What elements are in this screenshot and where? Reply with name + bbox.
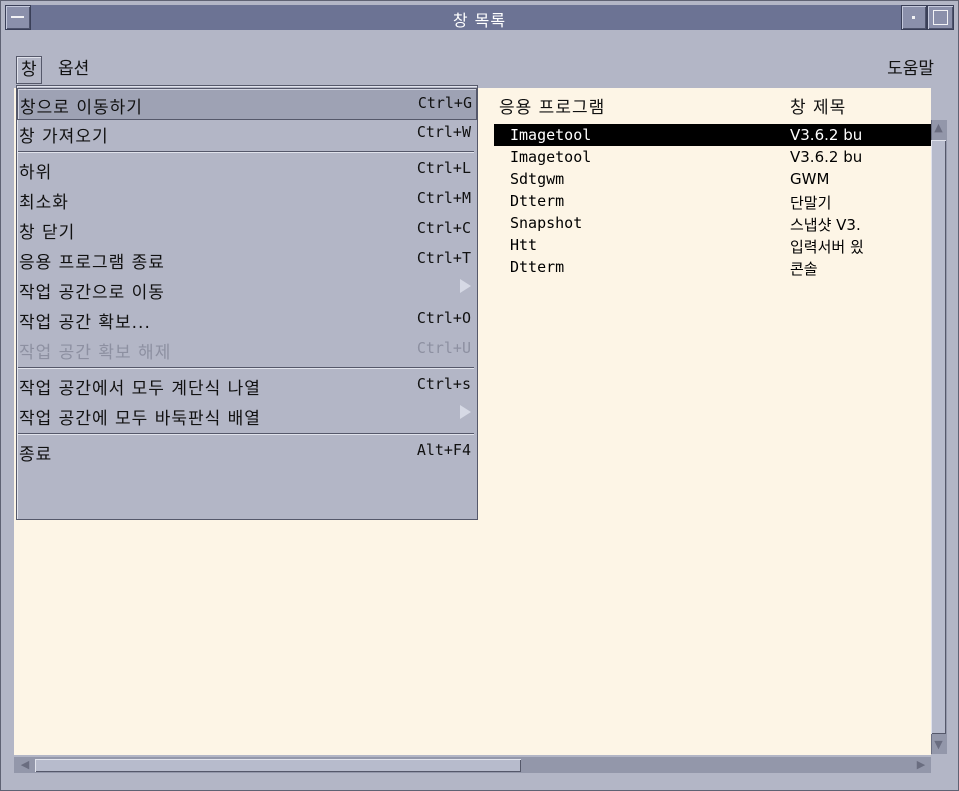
row-window-title: 단말기 xyxy=(790,194,832,212)
menu-item[interactable]: 작업 공간에 모두 바둑판식 배열 xyxy=(17,400,475,430)
menu-help[interactable]: 도움말 xyxy=(883,56,938,82)
row-app-name: Htt xyxy=(510,236,538,254)
menu-item[interactable]: 창으로 이동하기 Ctrl+G xyxy=(17,88,477,120)
menu-item-label: 작업 공간에서 모두 계단식 나열 xyxy=(19,379,261,399)
menu-item-label: 하위 xyxy=(19,163,53,183)
menu-item-label: 창 가져오기 xyxy=(19,127,109,147)
vertical-scroll-thumb[interactable] xyxy=(931,140,946,734)
submenu-arrow-icon xyxy=(460,279,471,297)
menu-item-label: 창 닫기 xyxy=(19,223,76,243)
row-window-title: V3.6.2 bu xyxy=(790,126,863,144)
row-window-title: V3.6.2 bu xyxy=(790,148,863,166)
row-window-title: 스냅샷 V3. xyxy=(790,216,861,234)
menu-item-label: 작업 공간에 모두 바둑판식 배열 xyxy=(19,409,261,429)
menu-item-shortcut: Ctrl+C xyxy=(416,219,471,237)
menu-item-shortcut: Alt+F4 xyxy=(416,441,471,459)
row-app-name: Sdtgwm xyxy=(510,170,565,188)
menu-item-shortcut: Ctrl+W xyxy=(416,123,471,141)
row-app-name: Snapshot xyxy=(510,214,583,232)
menu-item-shortcut: Ctrl+U xyxy=(416,339,471,357)
window-title: 창 목록 xyxy=(452,11,507,30)
menu-item-shortcut: Ctrl+L xyxy=(416,159,471,177)
menu-item-label: 작업 공간 확보... xyxy=(19,313,151,333)
menu-item[interactable]: 창 가져오기 Ctrl+W xyxy=(17,118,475,148)
menu-item-label: 최소화 xyxy=(19,193,69,213)
row-app-name: Dtterm xyxy=(510,258,565,276)
maximize-button[interactable] xyxy=(927,5,954,30)
menu-item-label: 작업 공간으로 이동 xyxy=(19,283,165,303)
row-app-name: Imagetool xyxy=(510,148,592,166)
menu-item[interactable]: 창 닫기 Ctrl+C xyxy=(17,214,475,244)
menu-item[interactable]: 응용 프로그램 종료 Ctrl+T xyxy=(17,244,475,274)
menu-item-shortcut: Ctrl+G xyxy=(417,94,472,112)
menu-item-shortcut: Ctrl+M xyxy=(416,189,471,207)
row-window-title: 콘솔 xyxy=(790,260,818,278)
menu-item[interactable]: 최소화 Ctrl+M xyxy=(17,184,475,214)
menu-item: 작업 공간 확보 해제 Ctrl+U xyxy=(17,334,475,364)
menu-item[interactable]: 작업 공간 확보... Ctrl+O xyxy=(17,304,475,334)
menu-options[interactable]: 옵션 xyxy=(54,56,93,82)
title-bar[interactable]: 창 목록 xyxy=(5,5,954,30)
menu-item[interactable]: 작업 공간에서 모두 계단식 나열 Ctrl+s xyxy=(17,370,475,400)
menu-item-label: 응용 프로그램 종료 xyxy=(19,253,165,273)
menu-item[interactable]: 작업 공간으로 이동 xyxy=(17,274,475,304)
menu-separator xyxy=(18,151,474,153)
menu-item[interactable]: 종료 Alt+F4 xyxy=(17,436,475,466)
column-header-title[interactable]: 창 제목 xyxy=(790,93,846,118)
row-window-title: 입력서버 읬 xyxy=(790,238,864,256)
submenu-arrow-icon xyxy=(460,405,471,423)
menu-item-label: 창으로 이동하기 xyxy=(20,98,143,118)
window-menu-dropdown: 창으로 이동하기 Ctrl+G 창 가져오기 Ctrl+W 하위 Ctrl+L 최소화 Ctr… xyxy=(16,85,478,520)
scroll-right-icon[interactable]: ▶ xyxy=(913,758,929,771)
menu-window[interactable]: 창 xyxy=(16,56,42,84)
row-app-name: Dtterm xyxy=(510,192,565,210)
menu-item-shortcut: Ctrl+O xyxy=(416,309,471,327)
maximize-icon xyxy=(933,10,948,25)
row-app-name: Imagetool xyxy=(510,126,592,144)
menu-separator xyxy=(18,367,474,369)
horizontal-scroll-thumb[interactable] xyxy=(35,759,521,772)
menu-item[interactable]: 하위 Ctrl+L xyxy=(17,154,475,184)
minimize-icon xyxy=(912,16,915,19)
menu-bar: 창 옵션 도움말 xyxy=(14,52,944,84)
scroll-left-icon[interactable]: ◀ xyxy=(17,758,33,771)
scroll-up-icon[interactable]: ▲ xyxy=(933,121,944,135)
column-header-app[interactable]: 응용 프로그램 xyxy=(499,93,605,118)
scroll-down-icon[interactable]: ▼ xyxy=(933,738,944,752)
menu-item-shortcut: Ctrl+T xyxy=(416,249,471,267)
minimize-button[interactable] xyxy=(901,5,927,30)
menu-item-label: 작업 공간 확보 해제 xyxy=(19,343,172,363)
menu-item-label: 종료 xyxy=(19,445,53,465)
row-window-title: GWM xyxy=(790,170,830,188)
menu-separator xyxy=(18,433,474,435)
menu-item-shortcut: Ctrl+s xyxy=(416,375,471,393)
